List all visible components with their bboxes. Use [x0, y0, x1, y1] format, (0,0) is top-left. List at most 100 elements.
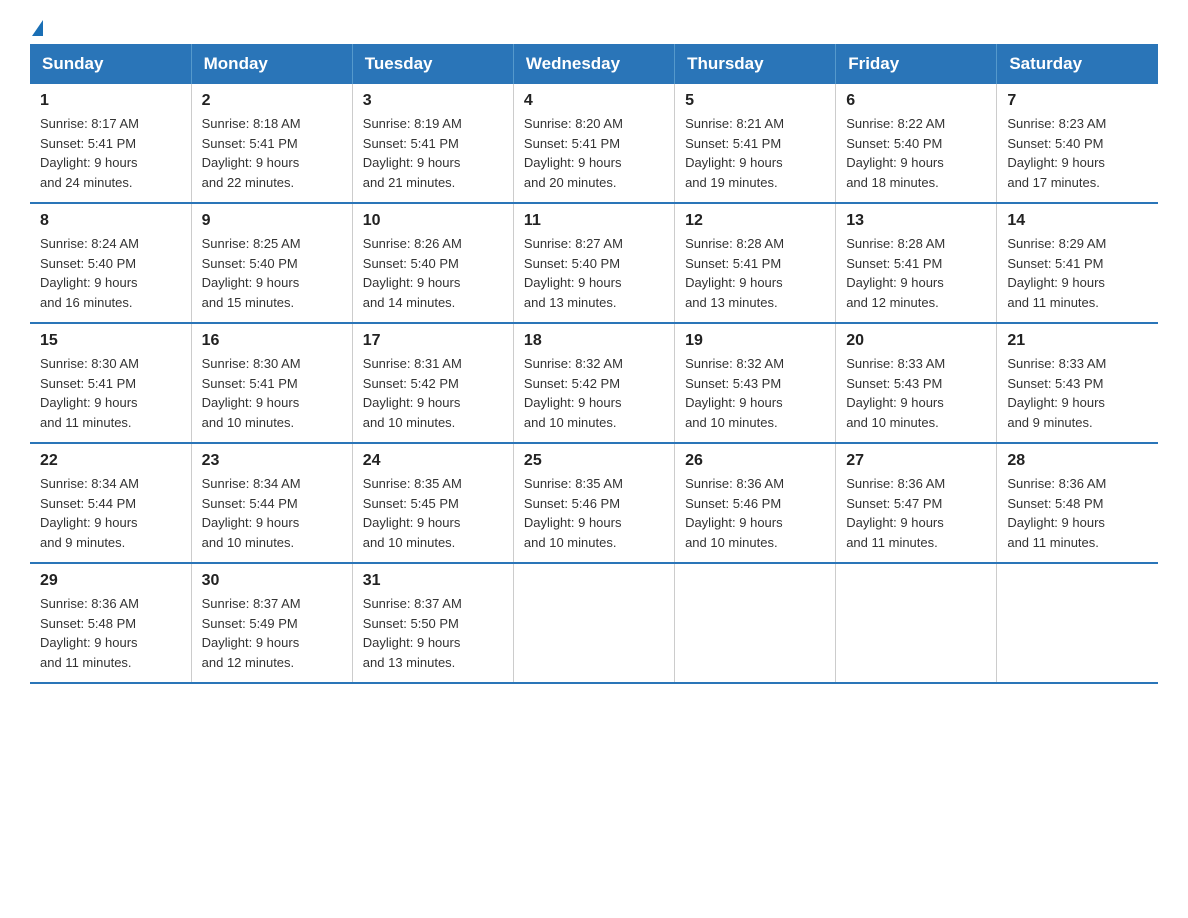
day-info: Sunrise: 8:30 AMSunset: 5:41 PMDaylight:… [202, 354, 342, 432]
calendar-cell: 23Sunrise: 8:34 AMSunset: 5:44 PMDayligh… [191, 443, 352, 563]
day-number: 25 [524, 452, 664, 470]
calendar-cell: 3 Sunrise: 8:19 AMSunset: 5:41 PMDaylight… [352, 84, 513, 203]
day-info: Sunrise: 8:35 AMSunset: 5:46 PMDaylight:… [524, 474, 664, 552]
day-info: Sunrise: 8:18 AMSunset: 5:41 PMDaylight:… [202, 114, 342, 192]
calendar-cell: 6 Sunrise: 8:22 AMSunset: 5:40 PMDaylight… [836, 84, 997, 203]
day-number: 17 [363, 332, 503, 350]
week-row-3: 15 Sunrise: 8:30 AMSunset: 5:41 PMDayligh… [30, 323, 1158, 443]
day-number: 15 [40, 332, 181, 350]
calendar-cell: 15 Sunrise: 8:30 AMSunset: 5:41 PMDayligh… [30, 323, 191, 443]
day-number: 22 [40, 452, 181, 470]
day-info: Sunrise: 8:22 AMSunset: 5:40 PMDaylight:… [846, 114, 986, 192]
day-info: Sunrise: 8:19 AMSunset: 5:41 PMDaylight:… [363, 114, 503, 192]
day-info: Sunrise: 8:29 AMSunset: 5:41 PMDaylight:… [1007, 234, 1148, 312]
calendar-cell [997, 563, 1158, 683]
day-info: Sunrise: 8:32 AMSunset: 5:43 PMDaylight:… [685, 354, 825, 432]
day-info: Sunrise: 8:36 AMSunset: 5:47 PMDaylight:… [846, 474, 986, 552]
weekday-header-friday: Friday [836, 44, 997, 84]
day-info: Sunrise: 8:26 AMSunset: 5:40 PMDaylight:… [363, 234, 503, 312]
weekday-header-thursday: Thursday [675, 44, 836, 84]
calendar-cell: 30Sunrise: 8:37 AMSunset: 5:49 PMDayligh… [191, 563, 352, 683]
calendar-cell: 19 Sunrise: 8:32 AMSunset: 5:43 PMDayligh… [675, 323, 836, 443]
calendar-cell: 27 Sunrise: 8:36 AMSunset: 5:47 PMDayligh… [836, 443, 997, 563]
weekday-header-tuesday: Tuesday [352, 44, 513, 84]
day-number: 14 [1007, 212, 1148, 230]
day-info: Sunrise: 8:30 AMSunset: 5:41 PMDaylight:… [40, 354, 181, 432]
day-number: 26 [685, 452, 825, 470]
day-number: 8 [40, 212, 181, 230]
weekday-header-saturday: Saturday [997, 44, 1158, 84]
weekday-header-wednesday: Wednesday [513, 44, 674, 84]
calendar-cell: 7 Sunrise: 8:23 AMSunset: 5:40 PMDaylight… [997, 84, 1158, 203]
day-info: Sunrise: 8:31 AMSunset: 5:42 PMDaylight:… [363, 354, 503, 432]
day-info: Sunrise: 8:35 AMSunset: 5:45 PMDaylight:… [363, 474, 503, 552]
calendar-table: SundayMondayTuesdayWednesdayThursdayFrid… [30, 44, 1158, 684]
logo-triangle-icon [32, 20, 43, 36]
day-number: 4 [524, 92, 664, 110]
calendar-cell: 31 Sunrise: 8:37 AMSunset: 5:50 PMDayligh… [352, 563, 513, 683]
calendar-cell: 9 Sunrise: 8:25 AMSunset: 5:40 PMDaylight… [191, 203, 352, 323]
calendar-cell [513, 563, 674, 683]
day-number: 16 [202, 332, 342, 350]
calendar-cell: 18 Sunrise: 8:32 AMSunset: 5:42 PMDayligh… [513, 323, 674, 443]
day-info: Sunrise: 8:34 AMSunset: 5:44 PMDaylight:… [40, 474, 181, 552]
calendar-cell: 1Sunrise: 8:17 AMSunset: 5:41 PMDaylight… [30, 84, 191, 203]
calendar-cell: 13 Sunrise: 8:28 AMSunset: 5:41 PMDayligh… [836, 203, 997, 323]
day-number: 13 [846, 212, 986, 230]
weekday-header-monday: Monday [191, 44, 352, 84]
day-number: 7 [1007, 92, 1148, 110]
day-number: 12 [685, 212, 825, 230]
day-number: 10 [363, 212, 503, 230]
calendar-cell: 20 Sunrise: 8:33 AMSunset: 5:43 PMDayligh… [836, 323, 997, 443]
day-number: 6 [846, 92, 986, 110]
weekday-header-row: SundayMondayTuesdayWednesdayThursdayFrid… [30, 44, 1158, 84]
day-info: Sunrise: 8:27 AMSunset: 5:40 PMDaylight:… [524, 234, 664, 312]
calendar-cell: 11Sunrise: 8:27 AMSunset: 5:40 PMDayligh… [513, 203, 674, 323]
calendar-cell [836, 563, 997, 683]
calendar-cell: 22 Sunrise: 8:34 AMSunset: 5:44 PMDayligh… [30, 443, 191, 563]
day-number: 27 [846, 452, 986, 470]
day-number: 3 [363, 92, 503, 110]
day-info: Sunrise: 8:21 AMSunset: 5:41 PMDaylight:… [685, 114, 825, 192]
day-number: 1 [40, 92, 181, 110]
page-header [30, 20, 1158, 34]
day-number: 19 [685, 332, 825, 350]
calendar-cell: 14 Sunrise: 8:29 AMSunset: 5:41 PMDayligh… [997, 203, 1158, 323]
day-info: Sunrise: 8:37 AMSunset: 5:49 PMDaylight:… [202, 594, 342, 672]
calendar-cell: 4 Sunrise: 8:20 AMSunset: 5:41 PMDaylight… [513, 84, 674, 203]
day-info: Sunrise: 8:23 AMSunset: 5:40 PMDaylight:… [1007, 114, 1148, 192]
calendar-cell: 16 Sunrise: 8:30 AMSunset: 5:41 PMDayligh… [191, 323, 352, 443]
day-info: Sunrise: 8:33 AMSunset: 5:43 PMDaylight:… [1007, 354, 1148, 432]
day-info: Sunrise: 8:28 AMSunset: 5:41 PMDaylight:… [685, 234, 825, 312]
calendar-cell: 5 Sunrise: 8:21 AMSunset: 5:41 PMDaylight… [675, 84, 836, 203]
calendar-cell: 28 Sunrise: 8:36 AMSunset: 5:48 PMDayligh… [997, 443, 1158, 563]
day-info: Sunrise: 8:36 AMSunset: 5:46 PMDaylight:… [685, 474, 825, 552]
day-info: Sunrise: 8:33 AMSunset: 5:43 PMDaylight:… [846, 354, 986, 432]
day-number: 5 [685, 92, 825, 110]
calendar-cell [675, 563, 836, 683]
weekday-header-sunday: Sunday [30, 44, 191, 84]
day-number: 20 [846, 332, 986, 350]
day-info: Sunrise: 8:25 AMSunset: 5:40 PMDaylight:… [202, 234, 342, 312]
logo-area [30, 20, 43, 34]
day-info: Sunrise: 8:37 AMSunset: 5:50 PMDaylight:… [363, 594, 503, 672]
day-info: Sunrise: 8:34 AMSunset: 5:44 PMDaylight:… [202, 474, 342, 552]
calendar-cell: 25 Sunrise: 8:35 AMSunset: 5:46 PMDayligh… [513, 443, 674, 563]
day-number: 31 [363, 572, 503, 590]
day-number: 21 [1007, 332, 1148, 350]
day-info: Sunrise: 8:36 AMSunset: 5:48 PMDaylight:… [40, 594, 181, 672]
week-row-5: 29Sunrise: 8:36 AMSunset: 5:48 PMDayligh… [30, 563, 1158, 683]
week-row-4: 22 Sunrise: 8:34 AMSunset: 5:44 PMDayligh… [30, 443, 1158, 563]
calendar-cell: 17 Sunrise: 8:31 AMSunset: 5:42 PMDayligh… [352, 323, 513, 443]
calendar-cell: 8Sunrise: 8:24 AMSunset: 5:40 PMDaylight… [30, 203, 191, 323]
day-number: 28 [1007, 452, 1148, 470]
day-info: Sunrise: 8:36 AMSunset: 5:48 PMDaylight:… [1007, 474, 1148, 552]
calendar-cell: 21 Sunrise: 8:33 AMSunset: 5:43 PMDayligh… [997, 323, 1158, 443]
day-info: Sunrise: 8:20 AMSunset: 5:41 PMDaylight:… [524, 114, 664, 192]
day-info: Sunrise: 8:28 AMSunset: 5:41 PMDaylight:… [846, 234, 986, 312]
calendar-cell: 29Sunrise: 8:36 AMSunset: 5:48 PMDayligh… [30, 563, 191, 683]
day-number: 18 [524, 332, 664, 350]
day-number: 9 [202, 212, 342, 230]
day-number: 2 [202, 92, 342, 110]
day-info: Sunrise: 8:32 AMSunset: 5:42 PMDaylight:… [524, 354, 664, 432]
